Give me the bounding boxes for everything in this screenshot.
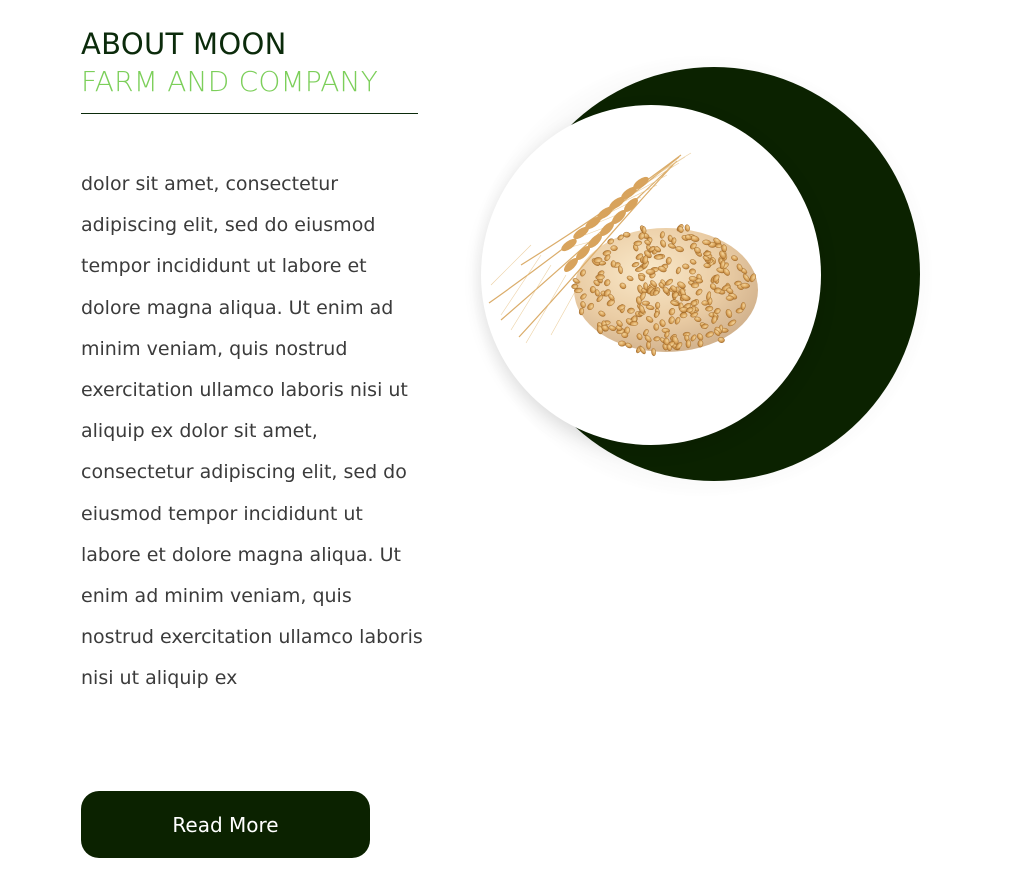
grain	[623, 231, 631, 238]
grain	[655, 301, 661, 309]
grain	[740, 282, 750, 289]
moon-image-figure	[470, 52, 940, 502]
grain	[701, 300, 709, 306]
about-paragraph: dolor sit amet, consectetur adipiscing e…	[81, 173, 423, 690]
grain	[589, 286, 596, 294]
grain	[643, 282, 648, 291]
heading-block: ABOUT MOON FARM AND COMPANY	[81, 26, 418, 114]
grain	[690, 282, 700, 289]
wheat-grain-image	[488, 152, 758, 357]
grain	[689, 268, 696, 275]
moon-white-circle	[481, 105, 821, 445]
grain	[653, 323, 660, 331]
grain	[645, 268, 656, 275]
grain	[629, 320, 639, 326]
grain	[715, 243, 723, 248]
grain	[610, 260, 616, 268]
grain	[610, 245, 618, 252]
grain	[725, 295, 734, 301]
grain	[653, 254, 664, 260]
grain	[618, 340, 626, 347]
page-title: ABOUT MOON	[81, 27, 287, 61]
read-more-button[interactable]: Read More	[81, 791, 370, 858]
grain	[641, 300, 650, 306]
page-subtitle: FARM AND COMPANY	[81, 65, 379, 98]
about-section: ABOUT MOON FARM AND COMPANY dolor sit am…	[0, 0, 1022, 891]
grain	[685, 339, 691, 349]
